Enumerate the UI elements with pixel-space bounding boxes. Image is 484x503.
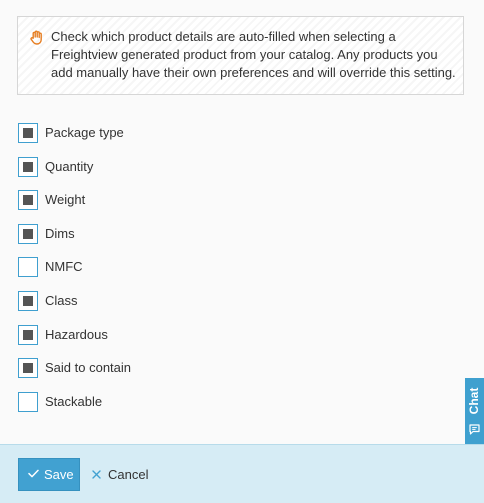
save-button-label: Save — [44, 467, 74, 482]
option-checkbox[interactable] — [18, 257, 38, 278]
option-checkbox[interactable] — [18, 290, 38, 311]
option-label[interactable]: Hazardous — [45, 327, 108, 343]
hand-stop-icon — [30, 30, 42, 45]
option-checkbox[interactable] — [18, 324, 38, 345]
notice-text: Check which product details are auto-fil… — [51, 29, 456, 80]
save-button[interactable]: Save — [18, 458, 80, 491]
checkmark-icon — [28, 469, 39, 478]
option-label[interactable]: Class — [45, 293, 78, 309]
chat-bubble-icon — [469, 424, 480, 435]
close-icon — [92, 470, 101, 479]
chat-button[interactable]: Chat — [465, 378, 484, 449]
info-notice: Check which product details are auto-fil… — [17, 16, 464, 95]
option-checkbox[interactable] — [18, 358, 38, 379]
option-label[interactable]: Stackable — [45, 394, 102, 410]
option-checkbox[interactable] — [18, 156, 38, 177]
cancel-button-label: Cancel — [108, 467, 149, 482]
option-label[interactable]: NMFC — [45, 259, 83, 275]
option-checkbox[interactable] — [18, 123, 38, 143]
chat-label: Chat — [467, 387, 481, 415]
option-label[interactable]: Said to contain — [45, 360, 131, 376]
option-label[interactable]: Weight — [45, 192, 85, 208]
form-footer: Save Cancel — [0, 444, 484, 503]
option-label[interactable]: Quantity — [45, 159, 93, 175]
option-checkbox[interactable] — [18, 391, 38, 412]
option-checkbox[interactable] — [18, 190, 38, 211]
option-checkbox[interactable] — [18, 223, 38, 244]
option-label[interactable]: Dims — [45, 226, 75, 242]
option-label[interactable]: Package type — [45, 125, 124, 141]
